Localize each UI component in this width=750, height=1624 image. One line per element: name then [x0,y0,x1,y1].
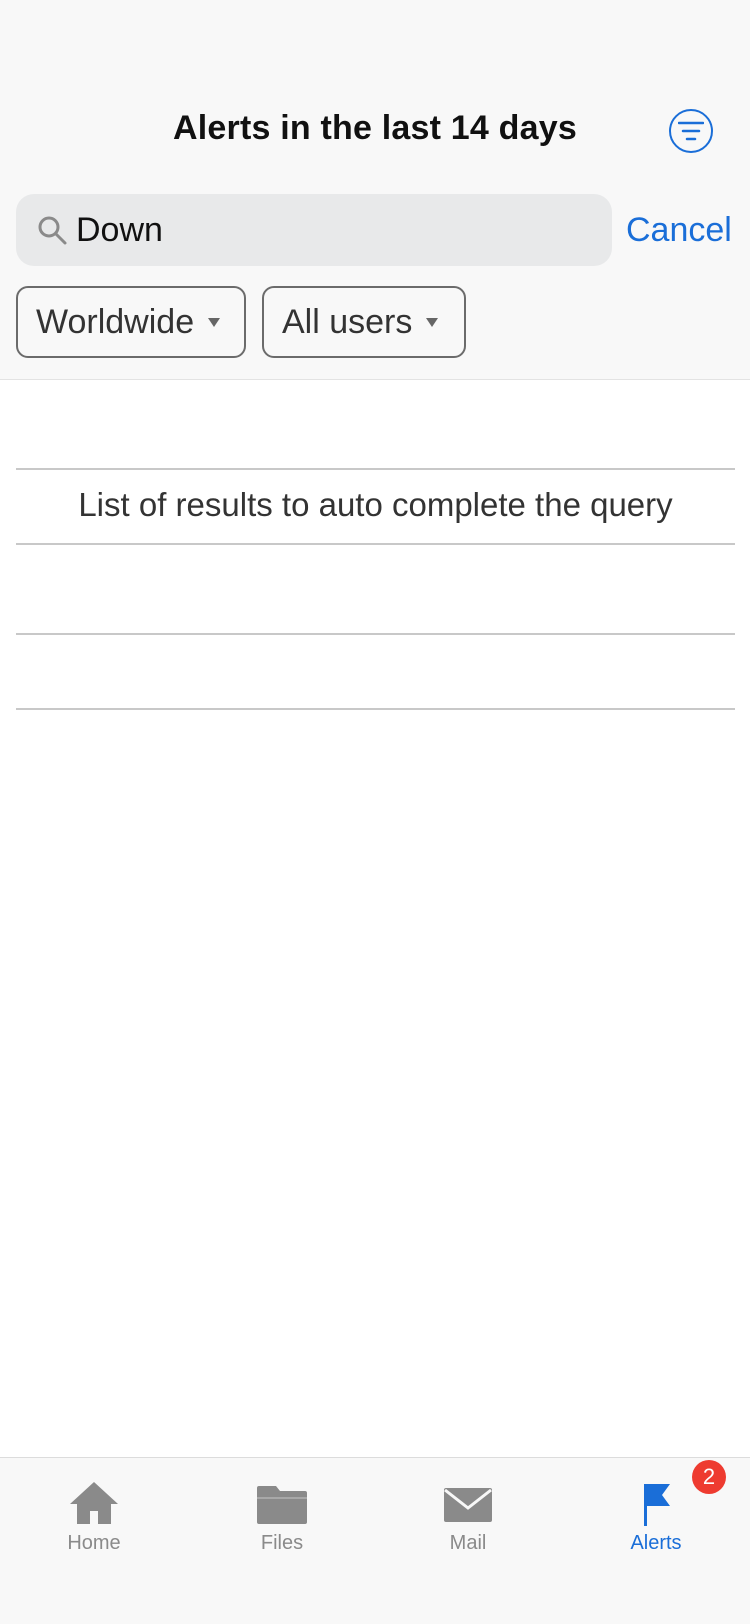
list-item[interactable] [16,635,735,710]
list-item-label: List of results to auto complete the que… [78,486,673,523]
search-input[interactable]: Down [16,194,612,266]
alerts-search-screen: Alerts in the last 14 days Down Cancel W… [0,0,750,1624]
folder-icon [257,1486,307,1524]
list-item[interactable]: List of results to auto complete the que… [16,470,735,545]
search-query[interactable]: Down [76,194,163,266]
filter-lines-icon [678,121,704,141]
tab-mail[interactable]: Mail [403,1458,533,1568]
users-dropdown[interactable]: All users [262,286,466,358]
region-dropdown-label: Worldwide [36,302,195,341]
page-title: Alerts in the last 14 days [173,109,577,147]
tab-files[interactable]: Files [217,1458,347,1568]
alerts-badge: 2 [692,1460,726,1494]
caret-down-icon [208,317,221,327]
tab-home[interactable]: Home [29,1458,159,1568]
cancel-button[interactable]: Cancel [626,194,732,266]
mail-icon [444,1488,492,1522]
tab-alerts-label: Alerts [630,1532,682,1554]
list-item[interactable] [16,545,735,635]
home-icon [70,1482,118,1524]
users-dropdown-label: All users [282,302,413,341]
tab-mail-label: Mail [449,1532,487,1554]
region-dropdown[interactable]: Worldwide [16,286,246,358]
flag-icon [644,1484,670,1526]
list-item[interactable] [16,380,735,470]
filter-button[interactable] [669,109,713,153]
header: Alerts in the last 14 days Down Cancel W… [0,0,750,380]
search-icon [38,216,67,245]
caret-down-icon [426,317,439,327]
tab-bar: Home Files Mail Alerts [0,1457,750,1624]
tab-files-label: Files [260,1532,304,1554]
tab-home-label: Home [67,1532,121,1554]
